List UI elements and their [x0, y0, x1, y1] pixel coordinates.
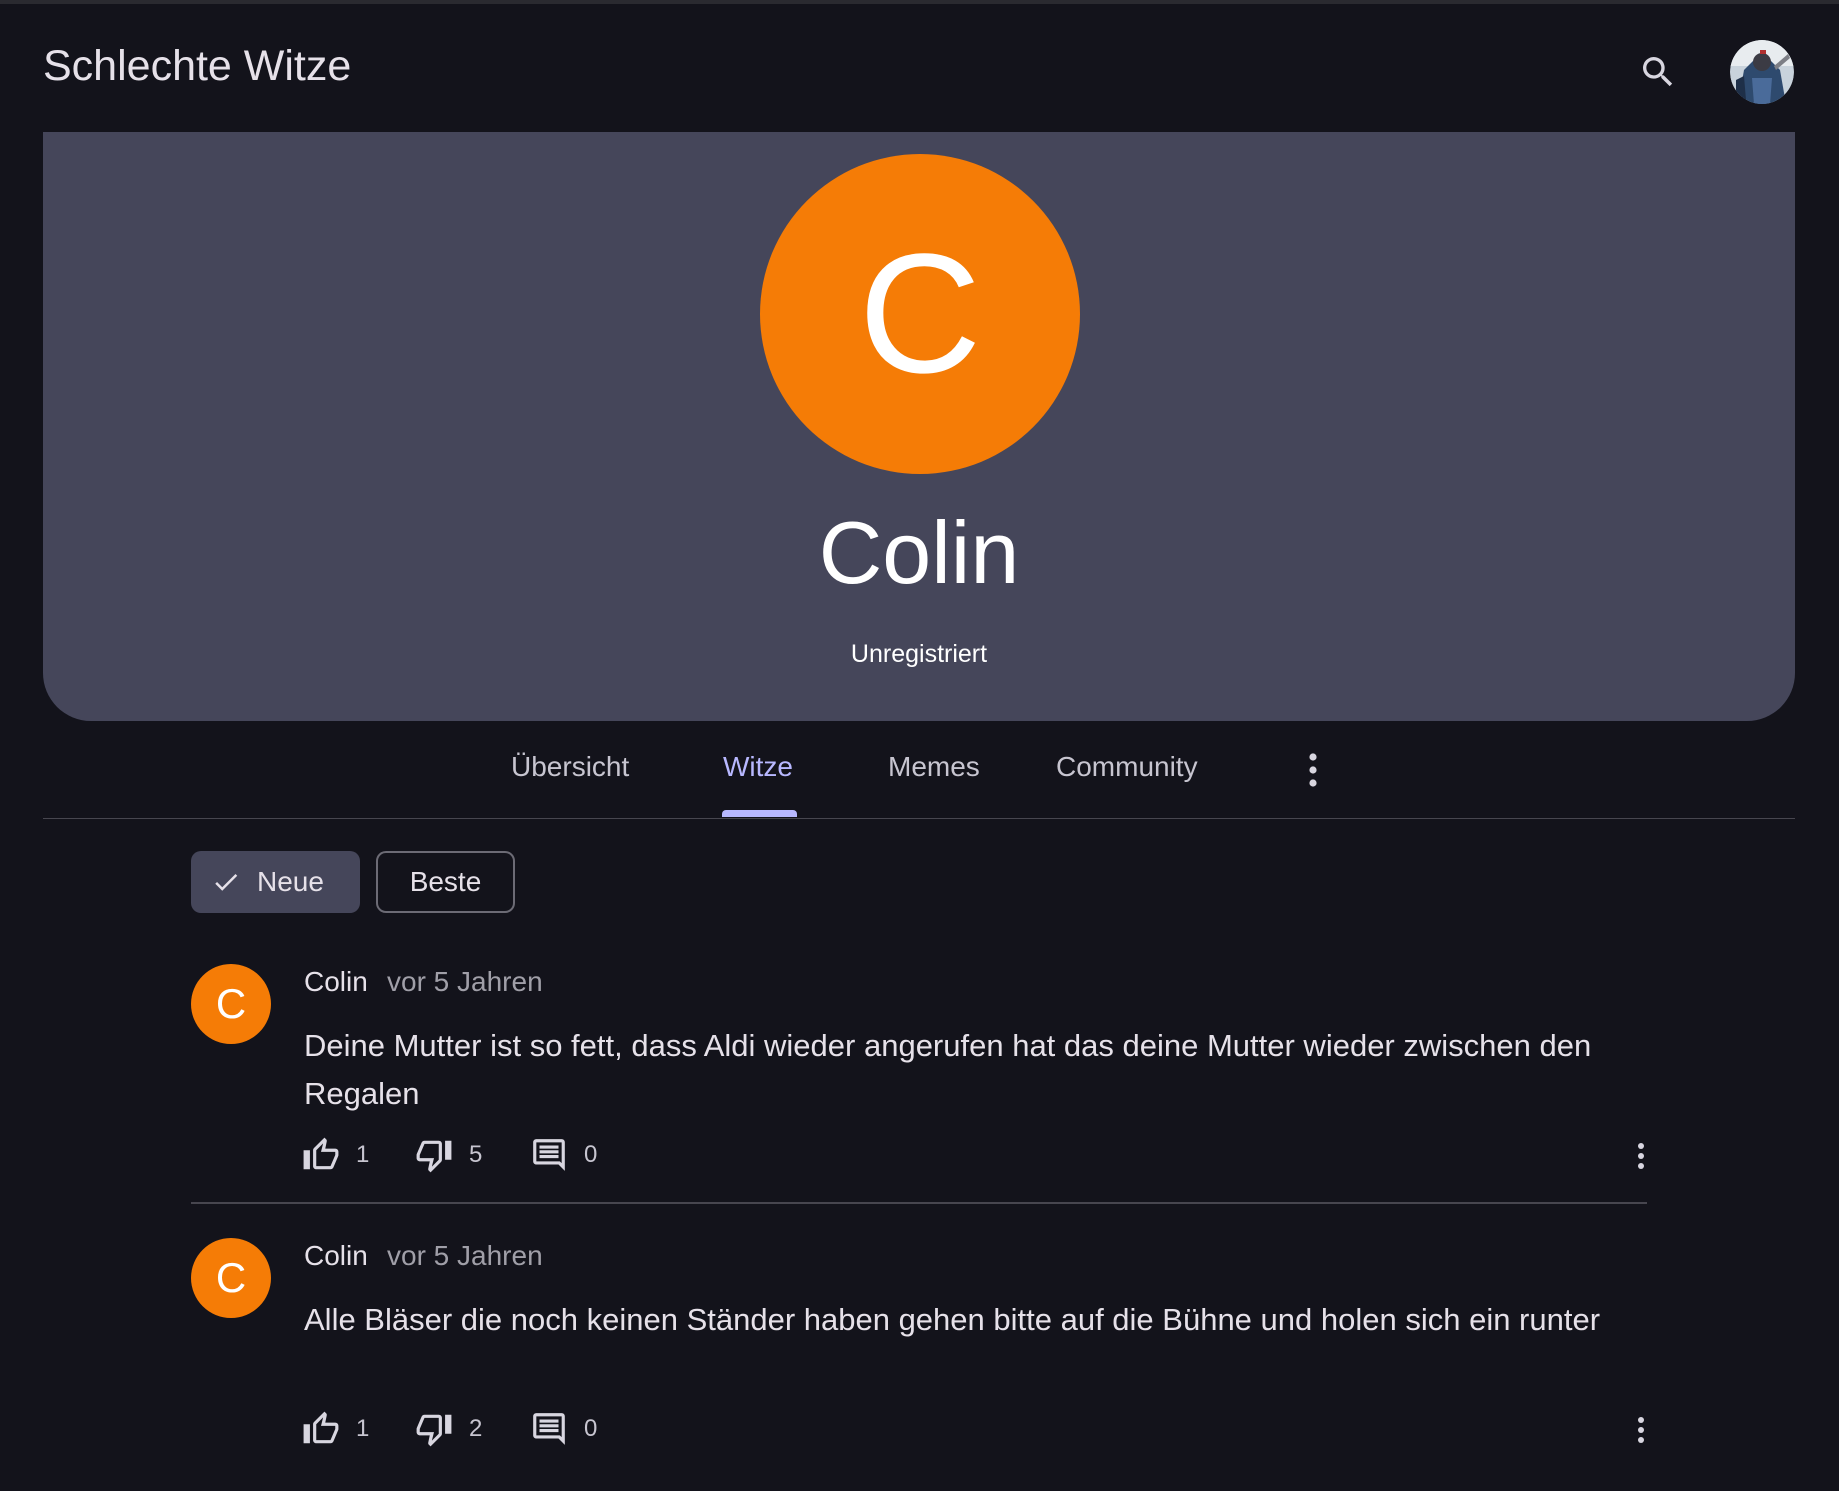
- thumb-up-icon: [303, 1411, 339, 1444]
- post-more-button[interactable]: [1621, 1134, 1661, 1178]
- post-divider: [191, 1202, 1647, 1204]
- post-avatar[interactable]: C: [191, 964, 271, 1044]
- more-vert-icon: [1309, 753, 1317, 787]
- post-author[interactable]: Colin: [304, 1240, 368, 1272]
- comment-count: 0: [584, 1141, 598, 1168]
- tab-memes[interactable]: Memes: [888, 751, 980, 783]
- dislike-button[interactable]: 2: [415, 1410, 482, 1448]
- comment-icon: [533, 1413, 565, 1445]
- thumb-down-icon: [416, 1414, 452, 1447]
- like-count: 1: [356, 1415, 370, 1442]
- comment-button[interactable]: 0: [530, 1136, 597, 1174]
- search-icon: [1643, 57, 1673, 87]
- app-title: Schlechte Witze: [43, 42, 352, 90]
- tab-community[interactable]: Community: [1056, 751, 1198, 783]
- thumb-up-icon: [303, 1137, 339, 1170]
- thumb-down-icon: [416, 1140, 452, 1173]
- filter-chip-new-label: Neue: [257, 866, 324, 897]
- like-button[interactable]: 1: [302, 1136, 369, 1174]
- post-author[interactable]: Colin: [304, 966, 368, 998]
- profile-header: C Colin Unregistriert: [43, 132, 1795, 721]
- dislike-count: 5: [469, 1141, 483, 1168]
- tab-overview[interactable]: Übersicht: [511, 751, 629, 783]
- search-button[interactable]: [1630, 44, 1686, 100]
- post-avatar[interactable]: C: [191, 1238, 271, 1318]
- dislike-button[interactable]: 5: [415, 1136, 482, 1174]
- post-time: vor 5 Jahren: [387, 966, 543, 997]
- user-avatar[interactable]: [1730, 40, 1794, 104]
- tabs-more-button[interactable]: [1293, 745, 1333, 795]
- check-icon: [211, 867, 241, 897]
- comment-count: 0: [584, 1415, 598, 1442]
- like-count: 1: [356, 1141, 370, 1168]
- tab-active-indicator: [722, 810, 797, 817]
- app-bar: Schlechte Witze: [0, 4, 1839, 132]
- comment-icon: [533, 1139, 565, 1171]
- more-vert-icon: [1638, 1143, 1644, 1169]
- post-text: Alle Bläser die noch keinen Ständer habe…: [304, 1302, 1601, 1337]
- post-more-button[interactable]: [1621, 1408, 1661, 1452]
- tab-jokes[interactable]: Witze: [723, 751, 793, 783]
- filter-chip-new[interactable]: Neue: [191, 851, 360, 913]
- post-text: Deine Mutter ist so fett, dass Aldi wied…: [304, 1028, 1592, 1111]
- more-vert-icon: [1638, 1417, 1644, 1443]
- filter-chip-best-label: Beste: [409, 866, 482, 897]
- profile-tabs: Übersicht Witze Memes Community: [43, 721, 1795, 819]
- user-avatar-image: [1730, 40, 1794, 104]
- profile-name: Colin: [818, 503, 1020, 602]
- profile-avatar: C: [760, 154, 1080, 474]
- post-time: vor 5 Jahren: [387, 1240, 543, 1271]
- filter-chip-best[interactable]: Beste: [376, 851, 515, 913]
- dislike-count: 2: [469, 1415, 483, 1442]
- profile-status: Unregistriert: [850, 640, 988, 668]
- comment-button[interactable]: 0: [530, 1410, 597, 1448]
- like-button[interactable]: 1: [302, 1410, 369, 1448]
